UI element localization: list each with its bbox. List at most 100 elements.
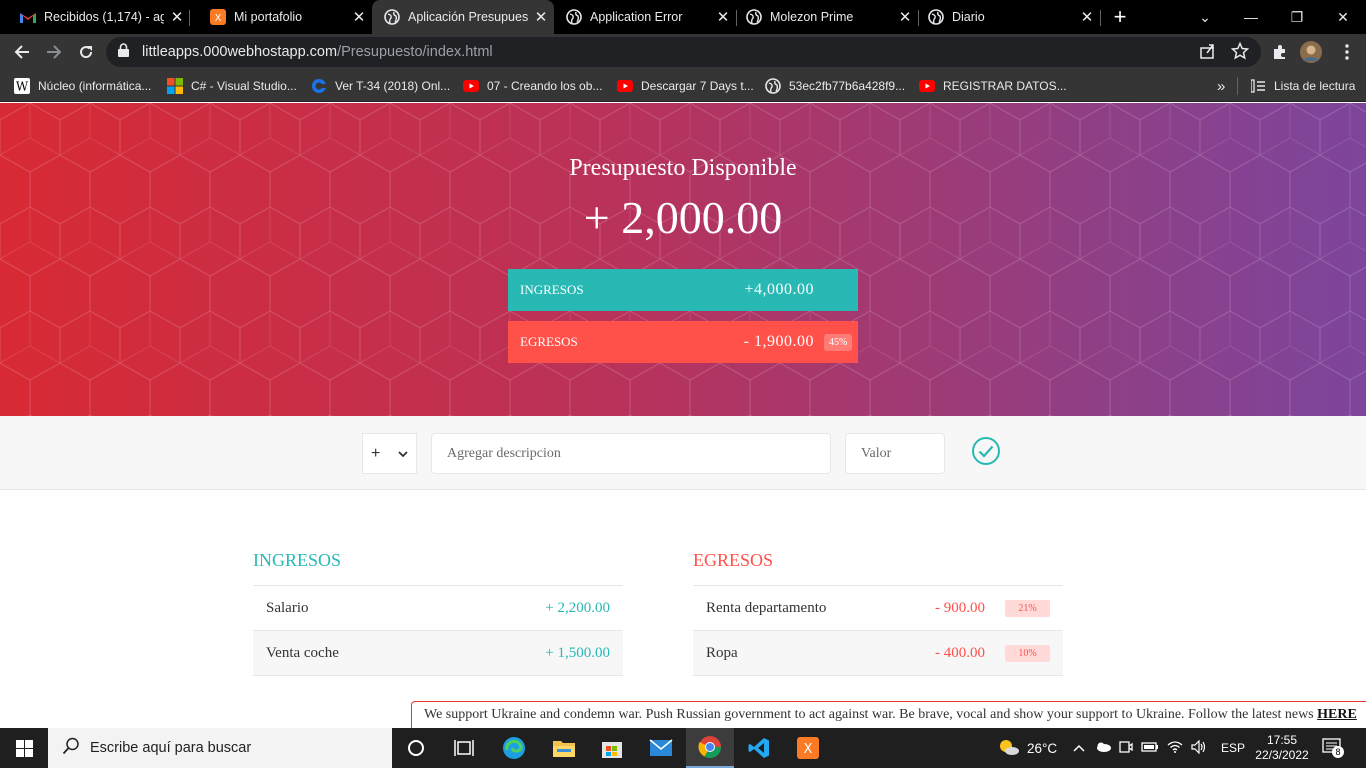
add-item-bar: + Agregar descripcion Valor bbox=[0, 416, 1366, 490]
income-value: + 1,500.00 bbox=[545, 644, 610, 661]
new-tab-button[interactable]: + bbox=[1108, 4, 1132, 30]
tab-gmail[interactable]: Recibidos (1,174) - ag ✕ bbox=[0, 0, 190, 34]
bookmark-item[interactable]: Descargar 7 Days t... bbox=[617, 76, 754, 96]
tab-portfolio[interactable]: X Mi portafolio ✕ bbox=[190, 0, 372, 34]
volume-icon[interactable] bbox=[1191, 739, 1207, 757]
tab-molezon[interactable]: Molezon Prime ✕ bbox=[736, 0, 918, 34]
bookmark-item[interactable]: W Núcleo (informática... bbox=[14, 76, 151, 96]
bookmark-label: Núcleo (informática... bbox=[38, 79, 152, 93]
close-icon[interactable]: ✕ bbox=[710, 8, 736, 26]
close-icon[interactable]: ✕ bbox=[892, 8, 918, 26]
clock-date: 22/3/2022 bbox=[1255, 748, 1309, 762]
income-row[interactable]: Salario + 2,200.00 bbox=[253, 586, 623, 631]
windows-logo-icon bbox=[15, 739, 33, 757]
notification-count: 8 bbox=[1332, 745, 1344, 758]
address-bar[interactable]: littleapps.000webhostapp.com/Presupuesto… bbox=[106, 37, 1261, 67]
chevron-down-icon bbox=[398, 445, 408, 463]
reload-icon[interactable] bbox=[71, 37, 101, 67]
minimize-icon[interactable]: — bbox=[1228, 0, 1274, 34]
expense-row[interactable]: Renta departamento - 900.00 21% bbox=[693, 586, 1063, 631]
back-arrow-icon[interactable] bbox=[7, 37, 37, 67]
forward-arrow-icon[interactable] bbox=[39, 37, 69, 67]
weather-widget[interactable]: 26°C bbox=[998, 728, 1057, 768]
lock-icon[interactable] bbox=[118, 43, 132, 61]
file-explorer-icon[interactable] bbox=[540, 728, 588, 768]
url-host: littleapps.000webhostapp.com bbox=[142, 44, 338, 60]
store-icon[interactable] bbox=[588, 728, 636, 768]
bookmark-item[interactable]: 07 - Creando los ob... bbox=[463, 76, 602, 96]
tab-search-icon[interactable]: ⌄ bbox=[1182, 0, 1228, 34]
extensions-puzzle-icon[interactable] bbox=[1265, 37, 1295, 67]
youtube-icon bbox=[617, 78, 633, 94]
add-check-button[interactable] bbox=[971, 436, 1001, 466]
meet-now-icon[interactable] bbox=[1119, 740, 1133, 757]
tab-title: Aplicación Presupuest bbox=[408, 10, 528, 24]
income-description: Venta coche bbox=[266, 644, 339, 661]
edge-icon[interactable] bbox=[490, 728, 538, 768]
income-row[interactable]: Venta coche + 1,500.00 bbox=[253, 631, 623, 676]
available-budget: + 2,000.00 bbox=[583, 192, 783, 243]
svg-text:X: X bbox=[215, 13, 222, 24]
microsoft-icon bbox=[167, 78, 183, 94]
restore-icon[interactable]: ❐ bbox=[1274, 0, 1320, 34]
clock[interactable]: 17:55 22/3/2022 bbox=[1254, 728, 1310, 768]
wifi-icon[interactable] bbox=[1167, 740, 1183, 756]
xampp-taskbar-icon[interactable]: X bbox=[784, 728, 832, 768]
description-input[interactable]: Agregar descripcion bbox=[431, 433, 831, 474]
globe-icon bbox=[928, 9, 944, 25]
taskbar-search-placeholder: Escribe aquí para buscar bbox=[90, 740, 252, 756]
bookmark-item[interactable]: Ver T-34 (2018) Onl... bbox=[311, 76, 450, 96]
tab-title: Application Error bbox=[590, 10, 683, 24]
bookmark-label: REGISTRAR DATOS... bbox=[943, 79, 1067, 93]
close-icon[interactable]: ✕ bbox=[1074, 8, 1100, 26]
reading-list-icon bbox=[1250, 78, 1266, 94]
expense-summary-value: - 1,900.00 bbox=[743, 333, 814, 350]
hexagon-pattern bbox=[0, 103, 1366, 416]
task-view-icon[interactable] bbox=[440, 728, 488, 768]
expense-row[interactable]: Ropa - 400.00 10% bbox=[693, 631, 1063, 676]
mail-icon[interactable] bbox=[637, 728, 685, 768]
vscode-icon[interactable] bbox=[735, 728, 783, 768]
notifications-button[interactable]: 8 bbox=[1322, 728, 1344, 768]
xampp-icon: X bbox=[210, 9, 226, 25]
chrome-taskbar-icon[interactable] bbox=[686, 728, 734, 768]
taskbar-search[interactable]: Escribe aquí para buscar bbox=[48, 728, 392, 768]
bookmarks-overflow-button[interactable]: » bbox=[1217, 76, 1225, 96]
close-icon[interactable]: ✕ bbox=[164, 8, 190, 26]
browser-toolbar: littleapps.000webhostapp.com/Presupuesto… bbox=[0, 34, 1366, 70]
expense-list-title: EGRESOS bbox=[693, 546, 1063, 586]
reading-list-button[interactable]: Lista de lectura bbox=[1250, 76, 1355, 96]
profile-avatar[interactable] bbox=[1296, 37, 1326, 67]
site-c-icon bbox=[311, 78, 327, 94]
start-button[interactable] bbox=[0, 728, 48, 768]
battery-icon[interactable] bbox=[1141, 741, 1159, 755]
income-list: INGRESOS Salario + 2,200.00 Venta coche … bbox=[253, 546, 623, 676]
expense-summary: EGRESOS - 1,900.00 45% bbox=[508, 321, 858, 363]
value-input[interactable]: Valor bbox=[845, 433, 945, 474]
bookmark-item[interactable]: 53ec2fb77b6a428f9... bbox=[765, 76, 905, 96]
language-indicator[interactable]: ESP bbox=[1221, 728, 1245, 768]
bookmark-star-icon[interactable] bbox=[1230, 41, 1250, 64]
close-icon[interactable]: ✕ bbox=[346, 8, 372, 26]
chevron-up-icon[interactable] bbox=[1073, 741, 1085, 755]
banner-link[interactable]: HERE bbox=[1317, 707, 1357, 722]
cortana-icon[interactable] bbox=[392, 728, 440, 768]
bookmark-item[interactable]: REGISTRAR DATOS... bbox=[919, 76, 1067, 96]
expense-percent-badge: 21% bbox=[1005, 599, 1050, 617]
tab-presupuesto[interactable]: Aplicación Presupuest ✕ bbox=[372, 0, 554, 34]
expense-summary-label: EGRESOS bbox=[520, 334, 578, 349]
type-select[interactable]: + bbox=[362, 433, 417, 474]
menu-kebab-icon[interactable] bbox=[1332, 37, 1362, 67]
url-path: /Presupuesto/index.html bbox=[337, 44, 493, 60]
onedrive-cloud-icon[interactable] bbox=[1095, 741, 1111, 755]
banner-text: We support Ukraine and condemn war. Push… bbox=[424, 707, 1318, 722]
window-close-icon[interactable]: ✕ bbox=[1320, 0, 1366, 34]
tab-diario[interactable]: Diario ✕ bbox=[918, 0, 1100, 34]
share-icon[interactable] bbox=[1199, 42, 1217, 64]
tab-application-error[interactable]: Application Error ✕ bbox=[554, 0, 736, 34]
budget-title: Presupuesto Disponible bbox=[569, 155, 797, 181]
bookmark-item[interactable]: C# - Visual Studio... bbox=[167, 76, 297, 96]
close-icon[interactable]: ✕ bbox=[528, 8, 554, 26]
tray-icons bbox=[1073, 728, 1207, 768]
svg-text:W: W bbox=[16, 80, 29, 94]
